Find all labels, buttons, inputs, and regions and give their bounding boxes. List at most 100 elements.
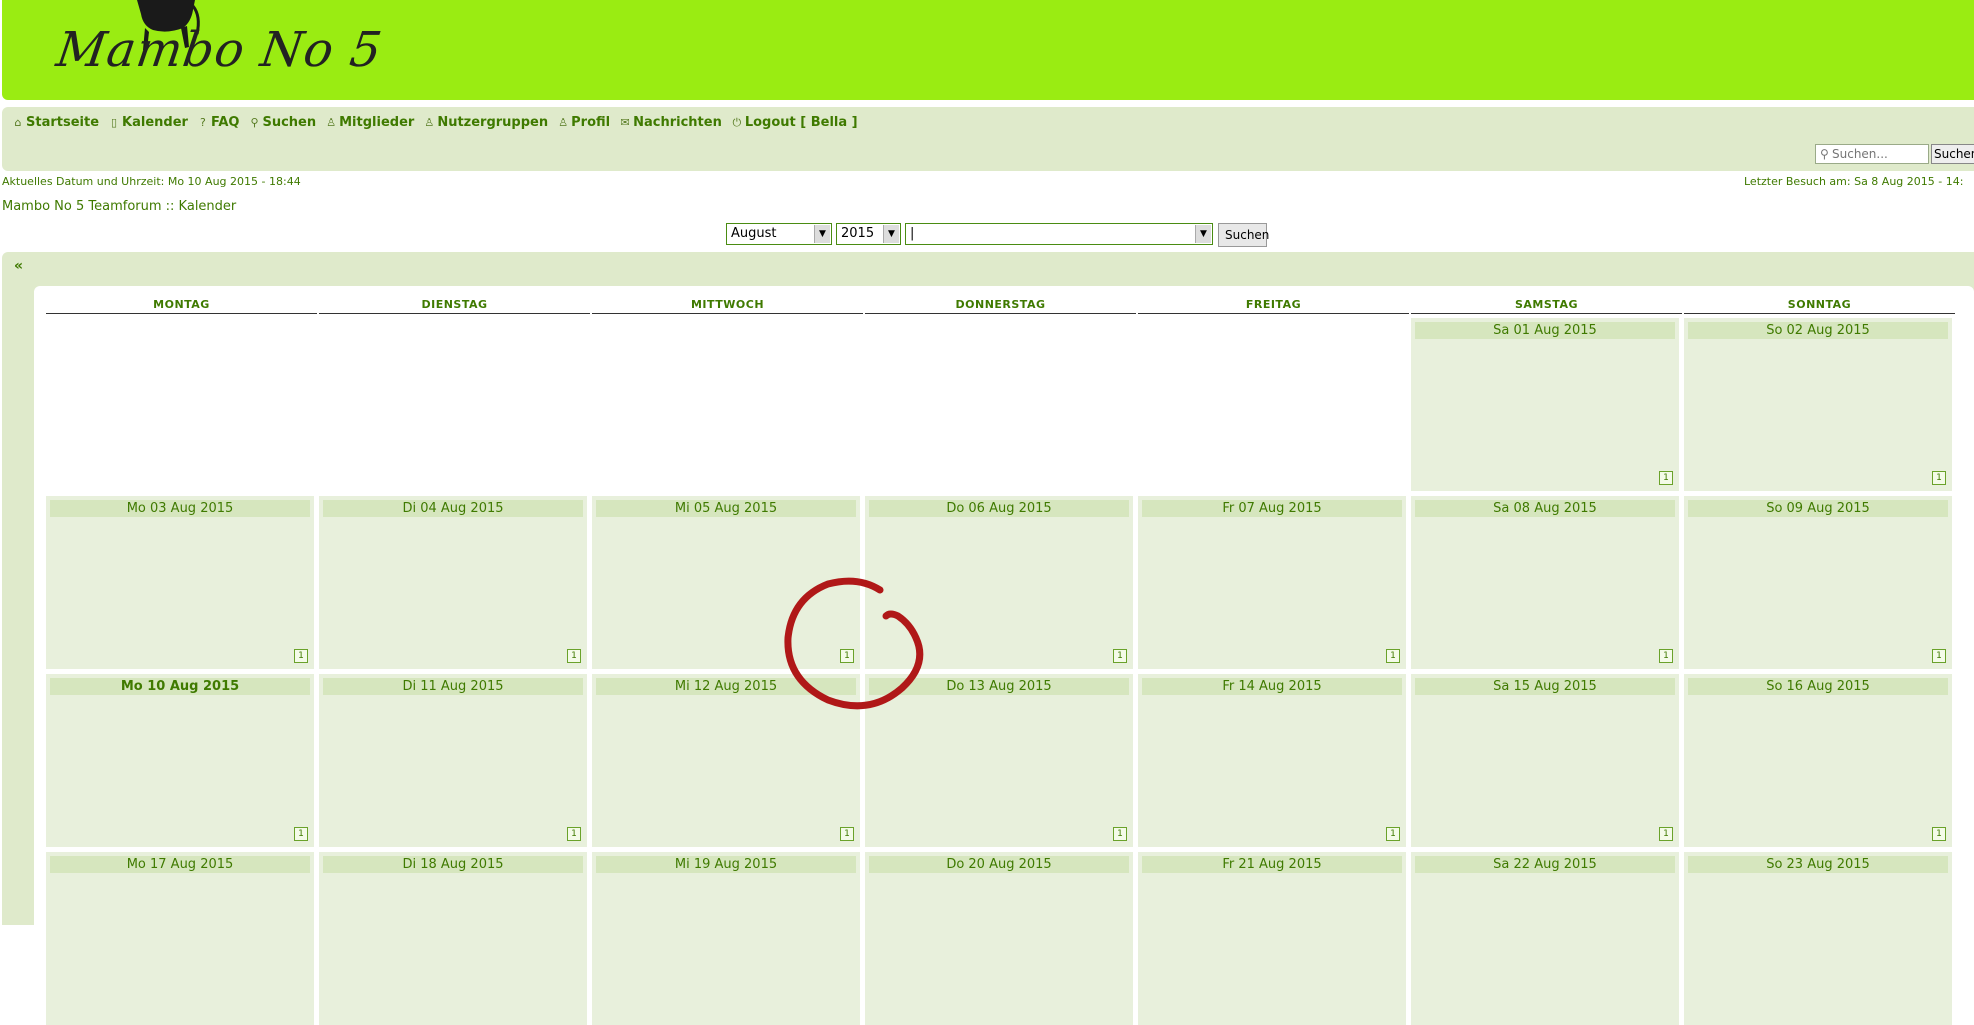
day-date-label[interactable]: Mi 19 Aug 2015 [596,856,856,873]
calendar-day-cell[interactable]: Sa 01 Aug 2015 1 [1411,318,1679,491]
search-button[interactable]: Suchen [1931,144,1974,164]
day-date-label[interactable]: Mo 10 Aug 2015 [50,678,310,695]
calendar-day-cell[interactable]: Mo 17 Aug 2015 [46,852,314,1025]
nav-item-nachrichten[interactable]: ✉ Nachrichten [619,115,722,130]
last-visit: Letzter Besuch am: Sa 8 Aug 2015 - 14: [1744,175,1964,188]
nav-item-profil[interactable]: ♙ Profil [557,115,610,130]
day-date-label[interactable]: Sa 01 Aug 2015 [1415,322,1675,339]
logout-icon: ⏻ [732,115,742,129]
calendar-day-cell[interactable]: Fr 21 Aug 2015 [1138,852,1406,1025]
add-event-icon[interactable]: 1 [294,827,308,841]
nav-item-label: Nachrichten [633,115,722,130]
search-icon: ⚲ [1820,147,1829,161]
add-event-icon[interactable]: 1 [1113,649,1127,663]
weekday-header: SONNTAG [1684,298,1955,314]
calendar-day-cell[interactable]: So 09 Aug 2015 1 [1684,496,1952,669]
add-event-icon[interactable]: 1 [1932,471,1946,485]
day-date-label[interactable]: Sa 15 Aug 2015 [1415,678,1675,695]
day-date-label[interactable]: Sa 22 Aug 2015 [1415,856,1675,873]
add-event-icon[interactable]: 1 [840,827,854,841]
calendar-panel: « MONTAG DIENSTAG MITTWOCH DONNERSTAG FREITA… [2,252,1974,1025]
calendar-day-cell[interactable]: Mo 10 Aug 2015 1 [46,674,314,847]
mail-icon: ✉ [620,115,630,129]
add-event-icon[interactable]: 1 [840,649,854,663]
breadcrumb[interactable]: Mambo No 5 Teamforum :: Kalender [2,199,236,214]
nav-item-suchen[interactable]: ⚲ Suchen [248,115,316,130]
calendar-day-cell[interactable]: Sa 15 Aug 2015 1 [1411,674,1679,847]
add-event-icon[interactable]: 1 [567,649,581,663]
nav-item-label: Mitglieder [339,115,415,130]
site-logo[interactable]: Mambo No 5 [53,0,386,90]
day-date-label[interactable]: Do 06 Aug 2015 [869,500,1129,517]
search-box[interactable]: ⚲ [1815,144,1929,164]
add-event-icon[interactable]: 1 [1659,827,1673,841]
calendar-day-cell[interactable]: Do 06 Aug 2015 1 [865,496,1133,669]
add-event-icon[interactable]: 1 [1386,827,1400,841]
day-date-label[interactable]: Mi 12 Aug 2015 [596,678,856,695]
day-date-label[interactable]: Fr 14 Aug 2015 [1142,678,1402,695]
day-date-label[interactable]: Mi 05 Aug 2015 [596,500,856,517]
nav-item-label: Kalender [122,115,188,130]
nav-item-logout[interactable]: ⏻ Logout [ Bella ] [731,115,857,130]
calendar-day-cell[interactable]: Di 18 Aug 2015 [319,852,587,1025]
add-event-icon[interactable]: 1 [1659,471,1673,485]
add-event-icon[interactable]: 1 [1386,649,1400,663]
day-date-label[interactable]: Do 13 Aug 2015 [869,678,1129,695]
calendar-grid: MONTAG DIENSTAG MITTWOCH DONNERSTAG FREITAG S… [34,286,1974,1025]
day-date-label[interactable]: Mo 17 Aug 2015 [50,856,310,873]
calendar-day-cell[interactable]: So 23 Aug 2015 [1684,852,1952,1025]
day-date-label[interactable]: Di 04 Aug 2015 [323,500,583,517]
calendar-day-cell[interactable]: Di 04 Aug 2015 1 [319,496,587,669]
calendar-day-cell[interactable]: Mi 05 Aug 2015 1 [592,496,860,669]
filter-search-button[interactable]: Suchen [1218,223,1269,247]
previous-month-link[interactable]: « [14,258,23,274]
nav-item-label: FAQ [210,115,240,130]
profile-icon: ♙ [558,115,569,129]
weekday-header: FREITAG [1138,298,1409,314]
add-event-icon[interactable]: 1 [1659,649,1673,663]
day-date-label[interactable]: Sa 08 Aug 2015 [1415,500,1675,517]
add-event-icon[interactable]: 1 [1932,649,1946,663]
members-icon: ♙ [326,115,337,129]
nav-item-kalender[interactable]: ▯ Kalender [108,115,188,130]
calendar-day-cell[interactable]: Fr 14 Aug 2015 1 [1138,674,1406,847]
day-date-label[interactable]: Fr 21 Aug 2015 [1142,856,1402,873]
month-select[interactable]: August ▼ [726,223,832,245]
faq-icon: ? [200,115,206,129]
calendar-day-cell[interactable]: Fr 07 Aug 2015 1 [1138,496,1406,669]
add-event-icon[interactable]: 1 [567,827,581,841]
day-date-label[interactable]: So 16 Aug 2015 [1688,678,1948,695]
add-event-icon[interactable]: 1 [1932,827,1946,841]
day-date-label[interactable]: Do 20 Aug 2015 [869,856,1129,873]
calendar-day-cell[interactable]: So 02 Aug 2015 1 [1684,318,1952,491]
calendar-day-cell[interactable]: Do 13 Aug 2015 1 [865,674,1133,847]
nav-item-mitglieder[interactable]: ♙ Mitglieder [325,115,414,130]
add-event-icon[interactable]: 1 [1113,827,1127,841]
day-date-label[interactable]: So 09 Aug 2015 [1688,500,1948,517]
nav-item-startseite[interactable]: ⌂ Startseite [12,115,100,130]
search-input[interactable] [1830,146,1928,162]
day-date-label[interactable]: So 23 Aug 2015 [1688,856,1948,873]
nav-item-faq[interactable]: ? FAQ [197,115,240,130]
calendar-day-cell[interactable]: Sa 22 Aug 2015 [1411,852,1679,1025]
forum-select[interactable]: | ▼ [905,223,1213,245]
nav-item-nutzergruppen[interactable]: ♙ Nutzergruppen [423,115,548,130]
day-date-label[interactable]: So 02 Aug 2015 [1688,322,1948,339]
calendar-day-cell[interactable]: Mo 03 Aug 2015 1 [46,496,314,669]
day-date-label[interactable]: Di 18 Aug 2015 [323,856,583,873]
day-date-label[interactable]: Fr 07 Aug 2015 [1142,500,1402,517]
navigation-bar: ⌂ Startseite ▯ Kalender? FAQ ⚲ Suchen ♙ Mitglied… [2,107,1974,171]
add-event-icon[interactable]: 1 [294,649,308,663]
weekday-header: DIENSTAG [319,298,590,314]
calendar-day-cell[interactable]: Do 20 Aug 2015 [865,852,1133,1025]
calendar-day-cell[interactable]: Mi 19 Aug 2015 [592,852,860,1025]
calendar-day-cell[interactable]: So 16 Aug 2015 1 [1684,674,1952,847]
calendar-day-cell[interactable]: Di 11 Aug 2015 1 [319,674,587,847]
year-select[interactable]: 2015 ▼ [836,223,901,245]
calendar-icon: ▯ [111,115,118,129]
day-date-label[interactable]: Mo 03 Aug 2015 [50,500,310,517]
calendar-day-cell[interactable]: Mi 12 Aug 2015 1 [592,674,860,847]
day-date-label[interactable]: Di 11 Aug 2015 [323,678,583,695]
nav-item-label: Startseite [26,115,100,130]
calendar-day-cell[interactable]: Sa 08 Aug 2015 1 [1411,496,1679,669]
